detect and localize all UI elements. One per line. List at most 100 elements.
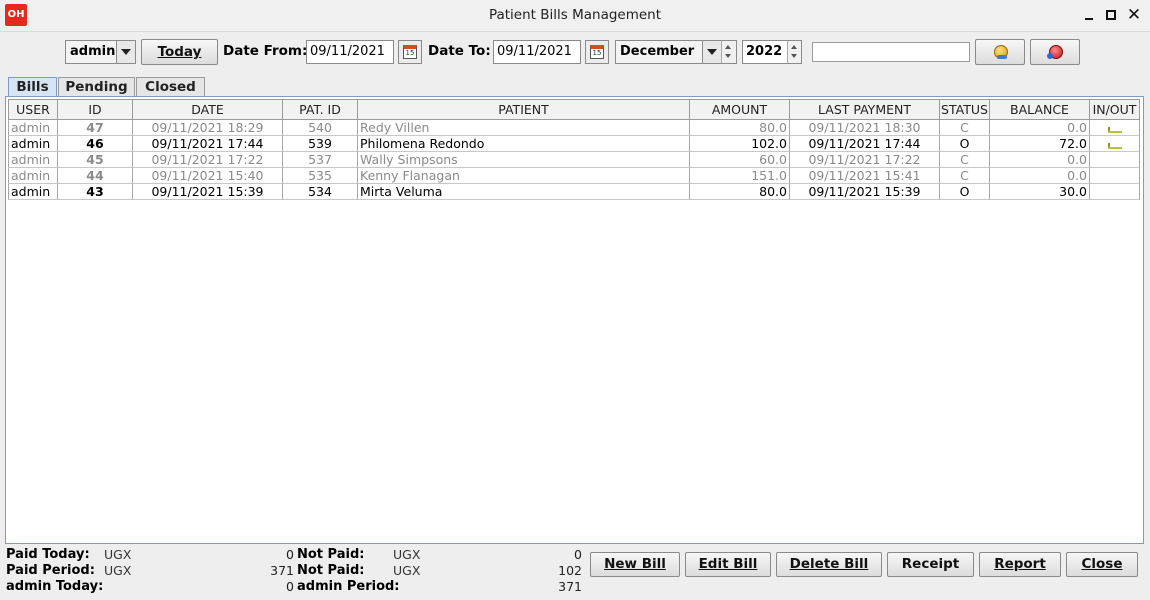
cell-id[interactable]: 43 — [58, 184, 133, 200]
cell-date[interactable]: 09/11/2021 17:22 — [133, 152, 283, 168]
date-to-calendar-button[interactable]: 15 — [585, 40, 609, 64]
column-header-patient-id[interactable]: PAT. ID — [283, 99, 358, 120]
cell-status[interactable]: O — [940, 136, 990, 152]
cell-patient-id[interactable]: 537 — [283, 152, 358, 168]
chevron-down-icon[interactable] — [702, 41, 721, 63]
inpatient-icon — [1108, 143, 1122, 149]
close-button[interactable]: Close — [1066, 552, 1138, 577]
cell-id[interactable]: 45 — [58, 152, 133, 168]
cell-in-out[interactable] — [1090, 168, 1140, 184]
cell-patient[interactable]: Philomena Redondo — [358, 136, 690, 152]
cell-date[interactable]: 09/11/2021 15:39 — [133, 184, 283, 200]
cell-status[interactable]: C — [940, 152, 990, 168]
column-header-date[interactable]: DATE — [133, 99, 283, 120]
cell-status[interactable]: C — [940, 168, 990, 184]
cell-patient-id[interactable]: 534 — [283, 184, 358, 200]
month-spinner-arrows[interactable] — [721, 41, 736, 63]
tab-pending[interactable]: Pending — [58, 77, 135, 96]
year-spinner-arrows[interactable] — [787, 41, 801, 63]
column-header-amount[interactable]: AMOUNT — [690, 99, 790, 120]
cell-last-payment[interactable]: 09/11/2021 17:22 — [790, 152, 940, 168]
report-button[interactable]: Report — [979, 552, 1061, 577]
cell-user[interactable]: admin — [8, 168, 58, 184]
table-row[interactable]: admin 44 09/11/2021 15:40 535 Kenny Flanagan… — [8, 168, 1140, 184]
user-select[interactable]: admin — [65, 40, 136, 64]
column-header-patient[interactable]: PATIENT — [358, 99, 690, 120]
cell-amount[interactable]: 102.0 — [690, 136, 790, 152]
month-select[interactable]: December — [615, 40, 722, 64]
search-input[interactable] — [812, 42, 970, 62]
cell-balance[interactable]: 0.0 — [990, 120, 1090, 136]
spin-up-icon[interactable] — [791, 45, 797, 49]
cell-status[interactable]: C — [940, 120, 990, 136]
cell-date[interactable]: 09/11/2021 17:44 — [133, 136, 283, 152]
cell-balance[interactable]: 30.0 — [990, 184, 1090, 200]
cell-in-out[interactable] — [1090, 184, 1140, 200]
column-header-user[interactable]: USER — [8, 99, 58, 120]
cell-id[interactable]: 44 — [58, 168, 133, 184]
maximize-icon[interactable] — [1102, 6, 1120, 24]
cell-patient-id[interactable]: 539 — [283, 136, 358, 152]
cell-id[interactable]: 46 — [58, 136, 133, 152]
cell-balance[interactable]: 0.0 — [990, 168, 1090, 184]
column-header-last-payment[interactable]: LAST PAYMENT — [790, 99, 940, 120]
cell-date[interactable]: 09/11/2021 18:29 — [133, 120, 283, 136]
cell-user[interactable]: admin — [8, 152, 58, 168]
table-row[interactable]: admin 45 09/11/2021 17:22 537 Wally Simpsons… — [8, 152, 1140, 168]
date-from-field[interactable]: 09/11/2021 — [306, 40, 394, 64]
title-bar: OH Patient Bills Management ✕ — [0, 0, 1150, 32]
cell-in-out[interactable] — [1090, 136, 1140, 152]
spin-down-icon[interactable] — [725, 54, 731, 58]
column-header-status[interactable]: STATUS — [940, 99, 990, 120]
table-row[interactable]: admin 47 09/11/2021 18:29 540 Redy Villen 80.… — [8, 120, 1140, 136]
cell-amount[interactable]: 80.0 — [690, 184, 790, 200]
cell-in-out[interactable] — [1090, 120, 1140, 136]
date-from-calendar-button[interactable]: 15 — [398, 40, 422, 64]
cell-patient-id[interactable]: 540 — [283, 120, 358, 136]
delete-bill-button[interactable]: Delete Bill — [776, 552, 882, 577]
cell-amount[interactable]: 151.0 — [690, 168, 790, 184]
cell-patient[interactable]: Mirta Veluma — [358, 184, 690, 200]
clear-patient-button[interactable] — [1030, 39, 1080, 65]
new-bill-button[interactable]: New Bill — [590, 552, 680, 577]
spin-down-icon[interactable] — [791, 54, 797, 58]
year-spinner[interactable]: 2022 — [742, 40, 802, 64]
column-header-in-out[interactable]: IN/OUT — [1090, 99, 1140, 120]
cell-patient-id[interactable]: 535 — [283, 168, 358, 184]
cell-status[interactable]: O — [940, 184, 990, 200]
table-row[interactable]: admin 46 09/11/2021 17:44 539 Philomena Redo… — [8, 136, 1140, 152]
cell-in-out[interactable] — [1090, 152, 1140, 168]
cell-patient[interactable]: Kenny Flanagan — [358, 168, 690, 184]
spin-up-icon[interactable] — [725, 45, 731, 49]
tab-bills[interactable]: Bills — [8, 77, 57, 96]
today-button[interactable]: Today — [141, 39, 218, 65]
cell-patient[interactable]: Wally Simpsons — [358, 152, 690, 168]
table-row[interactable]: admin 43 09/11/2021 15:39 534 Mirta Veluma 80… — [8, 184, 1140, 200]
cell-id[interactable]: 47 — [58, 120, 133, 136]
cell-last-payment[interactable]: 09/11/2021 18:30 — [790, 120, 940, 136]
column-header-balance[interactable]: BALANCE — [990, 99, 1090, 120]
cell-patient[interactable]: Redy Villen — [358, 120, 690, 136]
cell-last-payment[interactable]: 09/11/2021 15:39 — [790, 184, 940, 200]
cell-amount[interactable]: 80.0 — [690, 120, 790, 136]
cell-user[interactable]: admin — [8, 184, 58, 200]
minimize-icon[interactable] — [1080, 6, 1098, 24]
receipt-button[interactable]: Receipt — [887, 552, 974, 577]
not-paid-period-currency: UGX — [393, 563, 421, 578]
payments-button[interactable] — [975, 39, 1025, 65]
tab-closed[interactable]: Closed — [136, 77, 205, 96]
close-window-icon[interactable]: ✕ — [1125, 6, 1143, 24]
cell-user[interactable]: admin — [8, 136, 58, 152]
cell-balance[interactable]: 72.0 — [990, 136, 1090, 152]
column-header-id[interactable]: ID — [58, 99, 133, 120]
date-to-field[interactable]: 09/11/2021 — [493, 40, 581, 64]
cell-last-payment[interactable]: 09/11/2021 15:41 — [790, 168, 940, 184]
month-spinner[interactable] — [721, 40, 737, 64]
cell-balance[interactable]: 0.0 — [990, 152, 1090, 168]
edit-bill-button[interactable]: Edit Bill — [685, 552, 771, 577]
cell-user[interactable]: admin — [8, 120, 58, 136]
chevron-down-icon[interactable] — [116, 41, 135, 63]
cell-date[interactable]: 09/11/2021 15:40 — [133, 168, 283, 184]
cell-amount[interactable]: 60.0 — [690, 152, 790, 168]
cell-last-payment[interactable]: 09/11/2021 17:44 — [790, 136, 940, 152]
